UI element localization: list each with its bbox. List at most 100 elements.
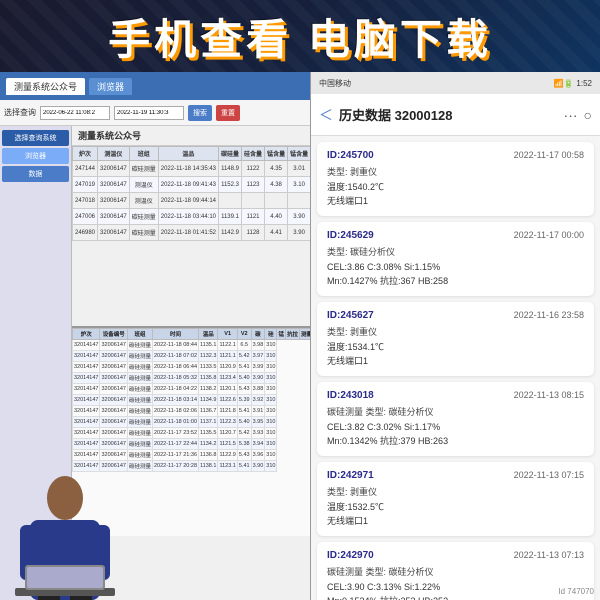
bcell-5: 1120.1 bbox=[218, 384, 237, 395]
cell-v4: 3.90 bbox=[288, 225, 310, 241]
card-type: 类型: 碳硅分析仪 bbox=[327, 245, 584, 258]
bcell-3: 2022-11-17 22:44 bbox=[152, 439, 198, 450]
bcell-2: 碳硅测量 bbox=[127, 362, 152, 373]
cell-v4: 3.90 bbox=[288, 209, 310, 225]
mobile-list[interactable]: ID:245700 2022-11-17 00:58 类型: 剥重仪 温度:15… bbox=[311, 136, 600, 600]
card-date: 2022-11-17 00:00 bbox=[514, 230, 584, 241]
bcell-7: 3.96 bbox=[251, 450, 265, 461]
more-icon[interactable]: ··· bbox=[564, 107, 578, 123]
bcell-8: 310 bbox=[265, 395, 277, 406]
card-data1: CEL:3.86 C:3.08% Si:1.15% bbox=[327, 261, 584, 275]
mobile-title: 历史数据 32000128 bbox=[339, 105, 558, 124]
tab-browser[interactable]: 浏览器 bbox=[89, 78, 132, 95]
sidebar-item-browser[interactable]: 浏览器 bbox=[2, 148, 69, 164]
table-row: 3201414732006147碳硅测量2022-11-18 08:441135… bbox=[73, 340, 311, 351]
bcol-group: 班组 bbox=[127, 329, 152, 340]
toolbar-label: 选择查询 bbox=[4, 107, 36, 118]
bcol-id: 炉次 bbox=[73, 329, 100, 340]
bcell-3: 2022-11-18 08:44 bbox=[152, 340, 198, 351]
mobile-card[interactable]: ID:245627 2022-11-16 23:58 类型: 剥重仪 温度:15… bbox=[317, 302, 594, 376]
bcell-8: 310 bbox=[265, 428, 277, 439]
bcell-8: 310 bbox=[265, 373, 277, 384]
mobile-header: ＜ 历史数据 32000128 ··· ○ bbox=[311, 94, 600, 136]
cell-group: 碳硅测量 bbox=[129, 209, 158, 225]
card-data1: 温度:1534.1℃ bbox=[327, 341, 584, 355]
bcell-3: 2022-11-18 01:00 bbox=[152, 417, 198, 428]
table-row: 247019 32006147 测温仪 2022-11-18 09:41:43 … bbox=[73, 177, 311, 193]
mobile-card[interactable]: ID:242971 2022-11-13 07:15 类型: 剥重仪 温度:15… bbox=[317, 462, 594, 536]
bcell-7: 3.91 bbox=[251, 406, 265, 417]
search-button[interactable]: 搜索 bbox=[188, 105, 212, 121]
mobile-card[interactable]: ID:242970 2022-11-13 07:13 碳硅测量 类型: 碳硅分析… bbox=[317, 542, 594, 600]
card-type: 碳硅测量 类型: 碳硅分析仪 bbox=[327, 565, 584, 578]
reset-button[interactable]: 重置 bbox=[216, 105, 240, 121]
bcell-3: 2022-11-18 05:32 bbox=[152, 373, 198, 384]
mobile-carrier: 中国移动 bbox=[319, 78, 351, 89]
upper-table-wrap[interactable]: 炉次 测温仪 班组 温品 碳硅量 硅含量 锰含量 锰含量 抗拉 硬度 bbox=[72, 146, 310, 326]
cell-device: 32006147 bbox=[98, 161, 130, 177]
col-v3: 锰含量 bbox=[265, 147, 288, 161]
bcell-3: 2022-11-18 04:22 bbox=[152, 384, 198, 395]
bcell-0: 32014147 bbox=[73, 395, 100, 406]
card-id: ID:245629 bbox=[327, 230, 374, 241]
date-from-input[interactable] bbox=[40, 106, 110, 120]
mobile-card[interactable]: ID:245700 2022-11-17 00:58 类型: 剥重仪 温度:15… bbox=[317, 142, 594, 216]
mobile-card[interactable]: ID:245629 2022-11-17 00:00 类型: 碳硅分析仪 CEL… bbox=[317, 222, 594, 296]
bcell-1: 32006147 bbox=[100, 395, 127, 406]
mobile-card[interactable]: ID:243018 2022-11-13 08:15 碳硅测量 类型: 碳硅分析… bbox=[317, 382, 594, 456]
bcell-2: 碳硅测量 bbox=[127, 406, 152, 417]
cell-group: 碳硅测量 bbox=[129, 161, 158, 177]
cell-v2: 1128 bbox=[242, 225, 265, 241]
card-data2: 无线端口1 bbox=[327, 355, 584, 369]
table-row: 3201414732006147碳硅测量2022-11-18 05:321135… bbox=[73, 373, 311, 384]
ui-topbar: 测量系统公众号 浏览器 bbox=[0, 72, 310, 100]
cell-v1: 1148.9 bbox=[219, 161, 242, 177]
bcol-v1: 温品 bbox=[199, 329, 218, 340]
bcell-2: 碳硅测量 bbox=[127, 439, 152, 450]
cell-device: 32006147 bbox=[98, 177, 130, 193]
bcell-1: 32006147 bbox=[100, 373, 127, 384]
left-panel: 测量系统公众号 浏览器 选择查询 搜索 重置 选择查询系统 浏览器 数据 bbox=[0, 72, 310, 600]
main-content: 测量系统公众号 浏览器 选择查询 搜索 重置 选择查询系统 浏览器 数据 bbox=[0, 72, 600, 600]
mobile-statusbar: 中国移动 📶🔋 1:52 bbox=[311, 72, 600, 94]
close-icon[interactable]: ○ bbox=[584, 107, 592, 123]
cell-device: 32006147 bbox=[98, 225, 130, 241]
bcell-4: 1133.5 bbox=[199, 362, 218, 373]
cell-v3: 4.41 bbox=[265, 225, 288, 241]
bcell-1: 32006147 bbox=[100, 362, 127, 373]
cell-time: 2022-11-18 14:35:43 bbox=[158, 161, 218, 177]
card-id: ID:245627 bbox=[327, 310, 374, 321]
card-id: ID:242971 bbox=[327, 470, 374, 481]
card-data1: 温度:1532.5℃ bbox=[327, 501, 584, 515]
bcell-4: 1138.1 bbox=[199, 461, 218, 472]
person-overlay bbox=[0, 470, 130, 600]
card-date: 2022-11-17 00:58 bbox=[514, 150, 584, 161]
bcell-3: 2022-11-18 07:02 bbox=[152, 351, 198, 362]
sidebar-item-query[interactable]: 选择查询系统 bbox=[2, 130, 69, 146]
date-to-input[interactable] bbox=[114, 106, 184, 120]
cell-time: 2022-11-18 03:44:10 bbox=[158, 209, 218, 225]
table-row: 3201414732006147碳硅测量2022-11-17 23:521135… bbox=[73, 428, 311, 439]
card-id: ID:243018 bbox=[327, 390, 374, 401]
cell-v2 bbox=[242, 193, 265, 209]
bcell-7: 3.97 bbox=[251, 351, 265, 362]
tab-active[interactable]: 测量系统公众号 bbox=[6, 78, 85, 95]
card-date: 2022-11-13 07:15 bbox=[514, 470, 584, 481]
bcell-1: 32006147 bbox=[100, 384, 127, 395]
bcell-5: 1120.9 bbox=[218, 362, 237, 373]
cell-group: 碳硅测量 bbox=[129, 225, 158, 241]
table-row: 247144 32006147 碳硅测量 2022-11-18 14:35:43… bbox=[73, 161, 311, 177]
table-row: 3201414732006147碳硅测量2022-11-17 21:361136… bbox=[73, 450, 311, 461]
table-row: 3201414732006147碳硅测量2022-11-18 06:441133… bbox=[73, 362, 311, 373]
bcell-4: 1132.3 bbox=[199, 351, 218, 362]
right-panel: 中国移动 📶🔋 1:52 ＜ 历史数据 32000128 ··· ○ ID:24… bbox=[310, 72, 600, 600]
card-type: 类型: 剥重仪 bbox=[327, 485, 584, 498]
col-id: 炉次 bbox=[73, 147, 98, 161]
cell-id: 247018 bbox=[73, 193, 98, 209]
cell-v3 bbox=[265, 193, 288, 209]
sidebar-item-data[interactable]: 数据 bbox=[2, 166, 69, 182]
bcell-1: 32006147 bbox=[100, 406, 127, 417]
back-button[interactable]: ＜ bbox=[319, 105, 333, 125]
card-header: ID:242970 2022-11-13 07:13 bbox=[327, 550, 584, 561]
bcol-v7: 抗拉 bbox=[286, 329, 300, 340]
